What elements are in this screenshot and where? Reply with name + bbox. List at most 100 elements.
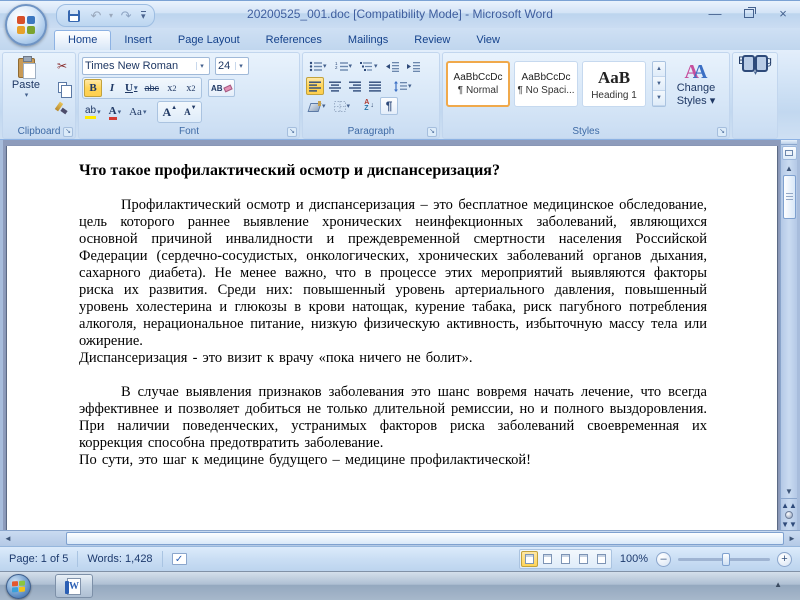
tab-references[interactable]: References: [253, 31, 335, 50]
office-button[interactable]: [5, 4, 47, 46]
strikethrough-button[interactable]: abc: [141, 79, 162, 97]
font-name-combobox[interactable]: Times New Roman ▾: [82, 57, 210, 75]
align-center-button[interactable]: [326, 77, 344, 95]
decrease-indent-icon: [386, 61, 399, 72]
increase-indent-button[interactable]: [404, 57, 423, 75]
zoom-slider[interactable]: [678, 558, 770, 561]
tray-expand-button[interactable]: ▲: [774, 580, 782, 589]
next-page-button[interactable]: ▼▼: [781, 521, 797, 528]
highlight-dropdown[interactable]: ▾: [97, 108, 101, 116]
select-browse-object-button[interactable]: [785, 511, 793, 519]
show-formatting-marks-button[interactable]: ¶: [380, 97, 398, 115]
paste-button[interactable]: Paste ▾: [6, 55, 46, 100]
shading-button[interactable]: ▾: [306, 97, 329, 115]
start-button[interactable]: [6, 574, 31, 599]
vertical-scroll-thumb[interactable]: [783, 175, 796, 219]
zoom-in-button[interactable]: +: [777, 552, 792, 567]
bold-button[interactable]: B: [84, 79, 102, 97]
ruler-toggle-button[interactable]: [782, 146, 797, 160]
close-button[interactable]: ×: [772, 5, 794, 21]
change-case-dropdown[interactable]: ▾: [143, 108, 147, 116]
change-styles-button[interactable]: AA Change Styles ▾: [670, 62, 722, 107]
change-styles-icon: AA: [685, 62, 708, 82]
styles-gallery-more[interactable]: ▼: [653, 91, 665, 106]
font-color-dropdown[interactable]: ▾: [118, 108, 122, 116]
borders-button[interactable]: ▾: [331, 97, 354, 115]
scroll-down-button[interactable]: ▼: [781, 484, 797, 498]
full-screen-reading-view-button[interactable]: [539, 551, 556, 567]
paragraph-group: ▾ 12 ▾ ▾: [302, 52, 440, 139]
font-size-combobox[interactable]: 24 ▾: [215, 57, 249, 75]
draft-view-button[interactable]: [593, 551, 610, 567]
tab-insert[interactable]: Insert: [111, 31, 165, 50]
clipboard-dialog-launcher[interactable]: ↘: [63, 127, 73, 137]
line-spacing-button[interactable]: ▾: [391, 77, 415, 95]
vertical-scrollbar[interactable]: ▲ ▼ ▲▲ ▼▼: [780, 140, 797, 530]
web-layout-view-button[interactable]: [557, 551, 574, 567]
styles-dialog-launcher[interactable]: ↘: [717, 127, 727, 137]
text-highlight-button[interactable]: ab▾: [82, 103, 104, 121]
numbering-button[interactable]: 12 ▾: [332, 57, 356, 75]
font-dialog-launcher[interactable]: ↘: [287, 127, 297, 137]
paste-dropdown[interactable]: ▾: [25, 91, 29, 99]
styles-scroll-down[interactable]: ▼: [653, 77, 665, 92]
change-case-button[interactable]: Aa▾: [126, 103, 149, 121]
align-right-button[interactable]: [346, 77, 364, 95]
editing-button[interactable]: Editing ▾: [738, 55, 772, 77]
decrease-indent-button[interactable]: [383, 57, 402, 75]
bullets-button[interactable]: ▾: [306, 57, 330, 75]
horizontal-scrollbar[interactable]: ◄ ►: [0, 530, 800, 546]
justify-button[interactable]: [366, 77, 384, 95]
style-no-spacing[interactable]: AaBbCcDc ¶ No Spaci...: [514, 61, 578, 107]
doc-paragraph-3: В случае выявления признаков заболевания…: [79, 384, 707, 452]
zoom-level[interactable]: 100%: [612, 553, 656, 565]
zoom-slider-thumb[interactable]: [722, 553, 730, 566]
font-size-dropdown[interactable]: ▾: [235, 62, 246, 70]
shrink-font-button[interactable]: A▼: [181, 103, 199, 121]
sort-icon: AZ: [364, 100, 369, 112]
tab-mailings[interactable]: Mailings: [335, 31, 401, 50]
zoom-out-button[interactable]: –: [656, 552, 671, 567]
doc-heading: Что такое профилактический осмотр и дисп…: [79, 162, 707, 180]
copy-button[interactable]: [53, 78, 71, 96]
style-normal[interactable]: AaBbCcDc ¶ Normal: [446, 61, 510, 107]
multilevel-list-button[interactable]: ▾: [357, 57, 381, 75]
horizontal-scroll-thumb[interactable]: [66, 532, 784, 545]
sort-button[interactable]: AZ ↓: [360, 97, 378, 115]
taskbar-word-button[interactable]: W: [55, 574, 93, 598]
scroll-up-button[interactable]: ▲: [781, 161, 797, 175]
underline-dropdown[interactable]: ▾: [134, 84, 138, 92]
superscript-button[interactable]: x2: [182, 79, 200, 97]
tab-view[interactable]: View: [463, 31, 513, 50]
restore-button[interactable]: [738, 5, 760, 21]
previous-page-button[interactable]: ▲▲: [781, 502, 797, 509]
font-name-dropdown[interactable]: ▾: [196, 62, 207, 70]
split-handle[interactable]: [781, 140, 797, 145]
underline-button[interactable]: U▾: [122, 79, 140, 97]
grow-font-button[interactable]: A▲: [159, 103, 180, 121]
format-painter-button[interactable]: [53, 99, 71, 117]
proofing-status[interactable]: ✓: [163, 551, 196, 567]
minimize-button[interactable]: —: [704, 5, 726, 21]
paragraph-dialog-launcher[interactable]: ↘: [427, 127, 437, 137]
word-count[interactable]: Words: 1,428: [78, 551, 161, 567]
align-left-button[interactable]: [306, 77, 324, 95]
clear-formatting-button[interactable]: AB: [208, 79, 235, 97]
svg-text:2: 2: [335, 65, 338, 70]
word-app-icon: W: [67, 578, 81, 595]
document-page[interactable]: Что такое профилактический осмотр и дисп…: [7, 146, 777, 530]
tab-review[interactable]: Review: [401, 31, 463, 50]
tab-home[interactable]: Home: [54, 30, 111, 50]
scroll-right-button[interactable]: ►: [784, 531, 800, 546]
font-color-button[interactable]: A▾: [106, 103, 124, 121]
tab-page-layout[interactable]: Page Layout: [165, 31, 253, 50]
outline-view-button[interactable]: [575, 551, 592, 567]
styles-scroll-up[interactable]: ▲: [653, 62, 665, 77]
subscript-button[interactable]: x2: [163, 79, 181, 97]
cut-button[interactable]: ✂: [53, 57, 71, 75]
italic-button[interactable]: I: [103, 79, 121, 97]
scroll-left-button[interactable]: ◄: [0, 531, 16, 546]
page-indicator[interactable]: Page: 1 of 5: [0, 551, 77, 567]
print-layout-view-button[interactable]: [521, 551, 538, 567]
style-heading-1[interactable]: AaB Heading 1: [582, 61, 646, 107]
